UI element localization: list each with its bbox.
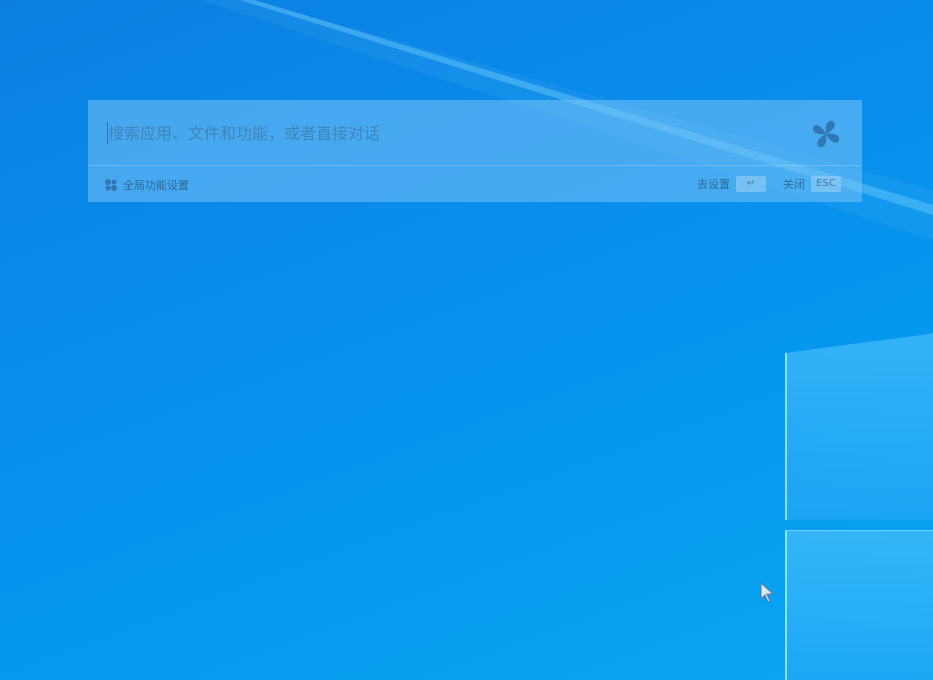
windows-logo-pane-top — [785, 333, 933, 520]
search-row — [88, 100, 862, 166]
close-label: 关闭 — [783, 178, 805, 191]
go-settings-hint[interactable]: 去设置 ↵ — [697, 176, 766, 192]
footer-row: 全局功能设置 去设置 ↵ 关闭 ESC — [88, 166, 862, 202]
go-settings-label: 去设置 — [697, 178, 730, 191]
fan-logo-icon — [812, 120, 840, 148]
feature-settings-label: 全局功能设置 — [123, 179, 189, 192]
search-input[interactable] — [108, 120, 788, 146]
mouse-pointer-icon — [760, 582, 775, 603]
feature-settings-link[interactable]: 全局功能设置 — [104, 177, 189, 193]
close-hint[interactable]: 关闭 ESC — [783, 176, 841, 192]
esc-key-badge: ESC — [811, 176, 841, 192]
windows-logo-pane-bottom — [785, 530, 933, 680]
enter-key-badge: ↵ — [736, 176, 766, 192]
search-launcher-panel: 全局功能设置 去设置 ↵ 关闭 ESC — [88, 100, 862, 202]
fan-small-icon — [105, 179, 117, 191]
